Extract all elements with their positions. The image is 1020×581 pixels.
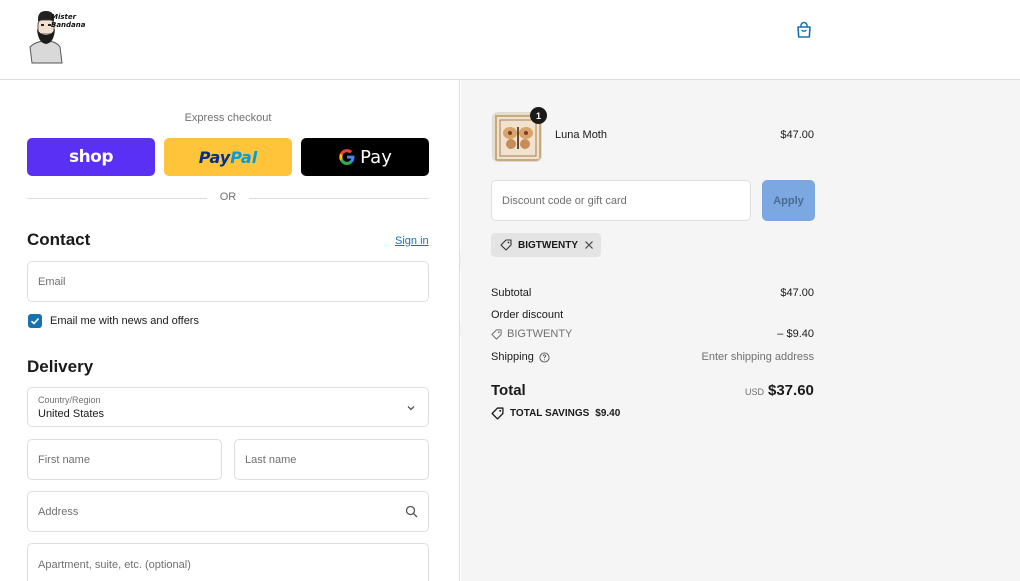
shipping-row: Shipping (491, 351, 550, 363)
or-label: OR (219, 191, 237, 203)
quantity-badge: 1 (530, 107, 547, 124)
brand-name-line-2: Bandana (51, 21, 86, 29)
checkmark-icon (30, 317, 40, 325)
shipping-label: Shipping (491, 351, 534, 363)
total-value: $37.60 (768, 382, 814, 399)
close-icon[interactable] (584, 240, 594, 250)
discount-value: – $9.40 (777, 328, 814, 340)
first-name-placeholder: First name (38, 454, 90, 466)
first-name-field[interactable]: First name (27, 439, 222, 480)
product-price: $47.00 (780, 129, 814, 141)
total-label: Total (491, 382, 526, 399)
paypal-label: PayPal (199, 148, 257, 167)
newsletter-label: Email me with news and offers (50, 315, 199, 327)
discount-code-row: BIGTWENTY (491, 328, 572, 340)
discount-code-field[interactable]: Discount code or gift card (491, 180, 751, 221)
header: Mister Bandana (0, 0, 1020, 80)
apartment-field[interactable]: Apartment, suite, etc. (optional) (27, 543, 429, 581)
paypal-label-2: Pal (230, 147, 258, 167)
shipping-value: Enter shipping address (701, 351, 814, 363)
product-name: Luna Moth (555, 129, 607, 141)
savings-label: TOTAL SAVINGS (510, 408, 590, 419)
google-pay-label: Pay (338, 147, 392, 168)
discount-code-text: BIGTWENTY (507, 328, 573, 340)
currency-code: USD (745, 387, 765, 397)
tag-icon (491, 328, 502, 340)
apply-discount-button[interactable]: Apply (762, 180, 815, 221)
divider-line (249, 198, 429, 199)
google-pay-text: Pay (360, 146, 392, 168)
last-name-placeholder: Last name (245, 454, 297, 466)
sign-in-link[interactable]: Sign in (395, 235, 429, 247)
paypal-button[interactable]: PayPal (164, 138, 292, 176)
newsletter-checkbox[interactable] (28, 314, 42, 328)
brand-name-line-1: Mister (51, 13, 77, 21)
checkout-form-panel: Express checkout shop PayPal Pay OR Cont… (0, 80, 460, 581)
search-icon (405, 505, 418, 518)
shop-pay-label: shop (68, 147, 114, 167)
tag-icon (491, 407, 504, 420)
country-select[interactable]: Country/Region United States (27, 387, 429, 427)
last-name-field[interactable]: Last name (234, 439, 429, 480)
contact-heading: Contact (27, 230, 91, 249)
address-placeholder: Address (38, 506, 79, 518)
chevron-down-icon (407, 406, 415, 411)
brand-name: Mister Bandana (51, 13, 85, 29)
paypal-label-1: Pay (198, 147, 231, 167)
email-placeholder: Email (38, 276, 66, 288)
applied-code-label: BIGTWENTY (518, 239, 578, 251)
country-label: Country/Region (38, 395, 101, 405)
subtotal-value: $47.00 (780, 287, 814, 299)
tag-icon (500, 239, 512, 251)
google-pay-button[interactable]: Pay (301, 138, 429, 176)
applied-discount-chip: BIGTWENTY (491, 233, 601, 257)
total-savings: TOTAL SAVINGS $9.40 (491, 407, 620, 420)
shopping-bag-icon[interactable] (794, 20, 814, 40)
subtotal-label: Subtotal (491, 287, 532, 299)
order-discount-label: Order discount (491, 309, 564, 321)
help-circle-icon[interactable] (539, 351, 550, 363)
address-field[interactable]: Address (27, 491, 429, 532)
express-checkout-title: Express checkout (184, 112, 272, 124)
order-summary-panel: 1 Luna Moth $47.00 Discount code or gift… (461, 80, 1020, 581)
discount-placeholder: Discount code or gift card (502, 195, 627, 207)
email-field[interactable]: Email (27, 261, 429, 302)
delivery-heading: Delivery (27, 357, 94, 376)
savings-value: $9.40 (595, 408, 621, 419)
apartment-placeholder: Apartment, suite, etc. (optional) (38, 559, 191, 571)
country-value: United States (38, 408, 105, 420)
shop-pay-button[interactable]: shop (27, 138, 155, 176)
google-g-icon (339, 149, 355, 165)
or-divider: OR (27, 191, 429, 205)
